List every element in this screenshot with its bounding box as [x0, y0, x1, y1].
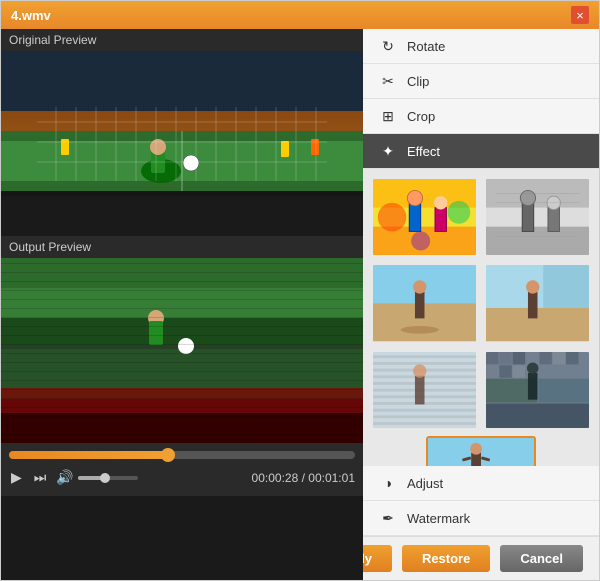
tool-effect[interactable]: ✦ Effect [363, 134, 599, 169]
effect-thumb-6[interactable] [484, 350, 591, 430]
restore-button[interactable]: Restore [402, 545, 490, 572]
controls-row: ▶ ⏭ 🔊 00:00:28 / [9, 467, 355, 488]
volume-track[interactable] [78, 476, 138, 480]
left-panel: Original Preview [1, 29, 363, 580]
tool-crop[interactable]: ⊞ Crop [363, 99, 599, 134]
apply-button[interactable]: Apply [363, 545, 392, 572]
window-title: 4.wmv [11, 8, 51, 23]
effects-grid: Mirror Vertical [363, 169, 599, 466]
volume-icon: 🔊 [56, 469, 73, 486]
original-preview [1, 51, 363, 236]
titlebar: 4.wmv × [1, 1, 599, 29]
effect-thumb-1[interactable] [371, 177, 478, 257]
effect-svg-2 [486, 179, 589, 255]
tool-watermark[interactable]: ✒ Watermark [363, 501, 599, 536]
extra-tools: ◑ Adjust ✒ Watermark [363, 466, 599, 536]
output-preview [1, 258, 363, 443]
effect-thumb-4[interactable] [484, 263, 591, 343]
original-scene [1, 51, 363, 236]
output-preview-label: Output Preview [1, 236, 363, 258]
tool-rotate[interactable]: ↻ Rotate [363, 29, 599, 64]
effect-icon: ✦ [379, 142, 397, 160]
watermark-icon: ✒ [379, 509, 397, 527]
total-time: 00:01:01 [308, 471, 355, 485]
time-display: 00:00:28 / 00:01:01 [252, 471, 355, 485]
adjust-label: Adjust [407, 476, 443, 491]
effect-svg-7 [428, 438, 534, 466]
bottom-bar: Apply Restore Cancel [363, 536, 599, 580]
crop-icon: ⊞ [379, 107, 397, 125]
effect-thumb-3[interactable] [371, 263, 478, 343]
adjust-icon: ◑ [379, 474, 397, 492]
cancel-button[interactable]: Cancel [500, 545, 583, 572]
effect-svg-5 [373, 352, 476, 428]
rotate-icon: ↻ [379, 37, 397, 55]
main-content: Original Preview [1, 29, 599, 580]
crop-label: Crop [407, 109, 435, 124]
effect-svg-4 [486, 265, 589, 341]
progress-bar[interactable] [9, 451, 355, 459]
effect-svg-6 [486, 352, 589, 428]
watermark-label: Watermark [407, 511, 470, 526]
effects-grid-inner: Mirror Vertical [371, 177, 591, 466]
tool-adjust[interactable]: ◑ Adjust [363, 466, 599, 501]
effect-label: Effect [407, 144, 440, 159]
close-button[interactable]: × [571, 6, 589, 24]
progress-thumb[interactable] [161, 448, 175, 462]
controls-area: ▶ ⏭ 🔊 00:00:28 / [1, 443, 363, 496]
forward-icon: ⏭ [34, 469, 47, 486]
effect-thumb-7[interactable]: Mirror Vertical [426, 436, 536, 466]
tool-menu: ↻ Rotate ✂ Clip ⊞ Crop ✦ Effect [363, 29, 599, 169]
clip-label: Clip [407, 74, 429, 89]
main-window: 4.wmv × Original Preview [0, 0, 600, 581]
clip-icon: ✂ [379, 72, 397, 90]
right-panel: ↻ Rotate ✂ Clip ⊞ Crop ✦ Effect [363, 29, 599, 580]
progress-fill [9, 451, 168, 459]
original-preview-label: Original Preview [1, 29, 363, 51]
output-scene-svg [1, 258, 363, 443]
forward-button[interactable]: ⏭ [32, 467, 49, 488]
current-time: 00:00:28 [252, 471, 299, 485]
volume-thumb[interactable] [100, 473, 110, 483]
rotate-label: Rotate [407, 39, 445, 54]
volume-control: 🔊 [56, 469, 137, 486]
play-icon: ▶ [11, 469, 22, 486]
effect-svg-3 [373, 265, 476, 341]
play-button[interactable]: ▶ [9, 467, 24, 488]
tool-clip[interactable]: ✂ Clip [363, 64, 599, 99]
output-scene [1, 258, 363, 443]
original-scene-svg [1, 51, 363, 236]
effect-thumb-5[interactable] [371, 350, 478, 430]
effect-svg-1 [373, 179, 476, 255]
effect-thumb-2[interactable] [484, 177, 591, 257]
